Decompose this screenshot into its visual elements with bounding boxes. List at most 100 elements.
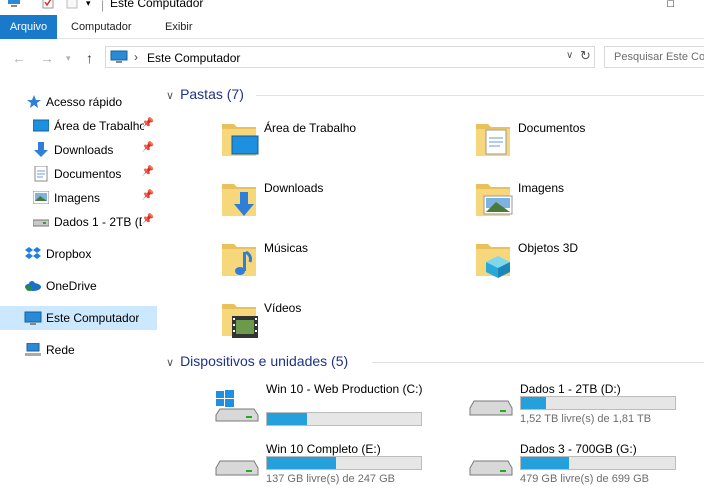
new-folder-icon[interactable]: [66, 0, 78, 10]
sidebar-item-label: Imagens: [54, 191, 101, 205]
tab-computador[interactable]: Computador: [71, 15, 132, 39]
minimize-icon[interactable]: □: [667, 0, 674, 10]
folder-videos[interactable]: Vídeos: [218, 298, 468, 354]
computer-icon[interactable]: [6, 0, 22, 10]
drive-icon: [469, 400, 513, 416]
sidebar-item-label: Dropbox: [46, 247, 92, 261]
section-title: Pastas (7): [180, 86, 244, 102]
sidebar-item-downloads[interactable]: Downloads 📌: [0, 138, 157, 162]
drive-g[interactable]: Dados 3 - 700GB (G:) 479 GB livre(s) de …: [468, 441, 704, 493]
sidebar-item-label: Downloads: [54, 143, 114, 157]
computer-icon: [24, 311, 42, 325]
drive-usage-fill: [521, 457, 569, 469]
breadcrumb-chevron-icon[interactable]: ›: [134, 50, 138, 64]
sidebar-item-dropbox[interactable]: Dropbox: [0, 242, 157, 266]
sidebar-item-label: Acesso rápido: [46, 95, 123, 109]
drive-usage-fill: [521, 397, 546, 409]
pin-icon[interactable]: 📌: [142, 166, 154, 177]
chevron-down-icon[interactable]: ▾: [86, 0, 91, 10]
title-separator: |: [101, 0, 105, 12]
address-bar[interactable]: › Este Computador ∨ ↻: [105, 46, 595, 68]
sidebar-item-imagens[interactable]: Imagens 📌: [0, 186, 157, 210]
drive-c[interactable]: Win 10 - Web Production (C:): [214, 381, 464, 433]
drive-usage-bar: [266, 456, 422, 470]
drive-d[interactable]: Dados 1 - 2TB (D:) 1,52 TB livre(s) de 1…: [468, 381, 704, 433]
drive-free-space: 1,52 TB livre(s) de 1,81 TB: [520, 413, 652, 425]
dropbox-icon: [25, 247, 41, 259]
sidebar-item-label: Documentos: [54, 167, 122, 181]
up-icon[interactable]: ↑: [86, 50, 93, 66]
drive-free-space: 479 GB livre(s) de 699 GB: [520, 473, 650, 485]
pin-icon[interactable]: 📌: [142, 142, 154, 153]
drive-label: Win 10 - Web Production (C:): [266, 382, 423, 396]
breadcrumb[interactable]: Este Computador: [147, 51, 240, 65]
drive-icon: [33, 219, 49, 227]
folder-documentos[interactable]: Documentos: [472, 118, 704, 174]
chevron-down-icon[interactable]: ∨: [166, 90, 174, 102]
search-input[interactable]: Pesquisar Este Co: [604, 46, 704, 68]
pin-icon[interactable]: 📌: [142, 214, 154, 225]
drive-free-space: 137 GB livre(s) de 247 GB: [266, 473, 396, 485]
folder-area-de-trabalho[interactable]: Área de Trabalho: [218, 118, 468, 174]
drive-usage-fill: [267, 457, 337, 469]
back-icon[interactable]: ←: [12, 50, 26, 66]
folder-label: Área de Trabalho: [264, 121, 357, 135]
window-title: Este Computador: [110, 0, 204, 10]
drive-label: Win 10 Completo (E:): [266, 442, 381, 456]
documents-icon: [34, 166, 48, 182]
folder-imagens[interactable]: Imagens: [472, 178, 704, 234]
sidebar-item-este-computador[interactable]: Este Computador: [0, 306, 157, 330]
drive-e[interactable]: Win 10 Completo (E:) 137 GB livre(s) de …: [214, 441, 464, 493]
folder-label: Documentos: [518, 121, 586, 135]
sidebar-item-documentos[interactable]: Documentos 📌: [0, 162, 157, 186]
folder-objetos-3d[interactable]: Objetos 3D: [472, 238, 704, 294]
sidebar-item-onedrive[interactable]: OneDrive: [0, 274, 157, 298]
drive-icon: [469, 460, 513, 476]
onedrive-icon: [25, 281, 41, 291]
drive-label: Dados 3 - 700GB (G:): [520, 442, 637, 456]
drives-section-header[interactable]: ∨ Dispositivos e unidades (5): [166, 353, 348, 369]
tab-exibir[interactable]: Exibir: [165, 15, 193, 39]
windows-drive-icon: [215, 390, 259, 422]
folder-label: Vídeos: [264, 301, 302, 315]
ribbon-tabs: Arquivo Computador Exibir: [0, 15, 704, 39]
sidebar-item-area-de-trabalho[interactable]: Área de Trabalho 📌: [0, 114, 157, 138]
drive-label: Dados 1 - 2TB (D:): [520, 382, 621, 396]
pin-icon[interactable]: 📌: [142, 190, 154, 201]
refresh-icon[interactable]: ↻: [580, 48, 591, 64]
sidebar-item-rede[interactable]: Rede: [0, 338, 157, 362]
forward-icon[interactable]: →: [40, 50, 54, 66]
computer-icon: [110, 50, 128, 63]
music-folder-icon: [222, 244, 256, 276]
folder-downloads[interactable]: Downloads: [218, 178, 468, 234]
sidebar-item-label: Dados 1 - 2TB (D:: [54, 215, 142, 229]
folder-label: Objetos 3D: [518, 241, 579, 255]
search-placeholder: Pesquisar Este Co: [614, 51, 704, 63]
content-pane: ∨ Pastas (7) Área de Trabalho Documentos …: [160, 84, 704, 499]
tab-arquivo[interactable]: Arquivo: [0, 15, 57, 39]
address-row: ← → ▾ ↑ › Este Computador ∨ ↻ Pesquisar …: [0, 40, 704, 74]
sidebar-item-label: Área de Trabalho: [54, 119, 144, 133]
videos-folder-icon: [222, 304, 258, 338]
chevron-down-icon[interactable]: ∨: [166, 357, 174, 369]
drive-icon: [215, 460, 259, 476]
drive-usage-bar: [520, 456, 676, 470]
sidebar-item-dados-1[interactable]: Dados 1 - 2TB (D: 📌: [0, 210, 157, 234]
address-dropdown-icon[interactable]: ∨: [566, 50, 573, 61]
network-icon: [25, 343, 41, 356]
recent-chevron-icon[interactable]: ▾: [66, 53, 71, 64]
properties-icon[interactable]: [42, 0, 54, 10]
documents-folder-icon: [476, 124, 510, 156]
section-title: Dispositivos e unidades (5): [180, 353, 349, 369]
folder-musicas[interactable]: Músicas: [218, 238, 468, 294]
navigation-pane: Acesso rápido Área de Trabalho 📌 Downloa…: [0, 84, 157, 499]
drive-usage-bar: [266, 412, 422, 426]
folder-label: Músicas: [264, 241, 309, 255]
section-divider: [372, 362, 704, 363]
3d-objects-folder-icon: [476, 244, 510, 278]
title-bar: ▾ | Este Computador □: [0, 0, 704, 13]
pictures-icon: [33, 191, 49, 204]
sidebar-item-acesso-rapido[interactable]: Acesso rápido: [0, 90, 157, 114]
folders-section-header[interactable]: ∨ Pastas (7): [166, 86, 244, 102]
pin-icon[interactable]: 📌: [142, 118, 154, 129]
